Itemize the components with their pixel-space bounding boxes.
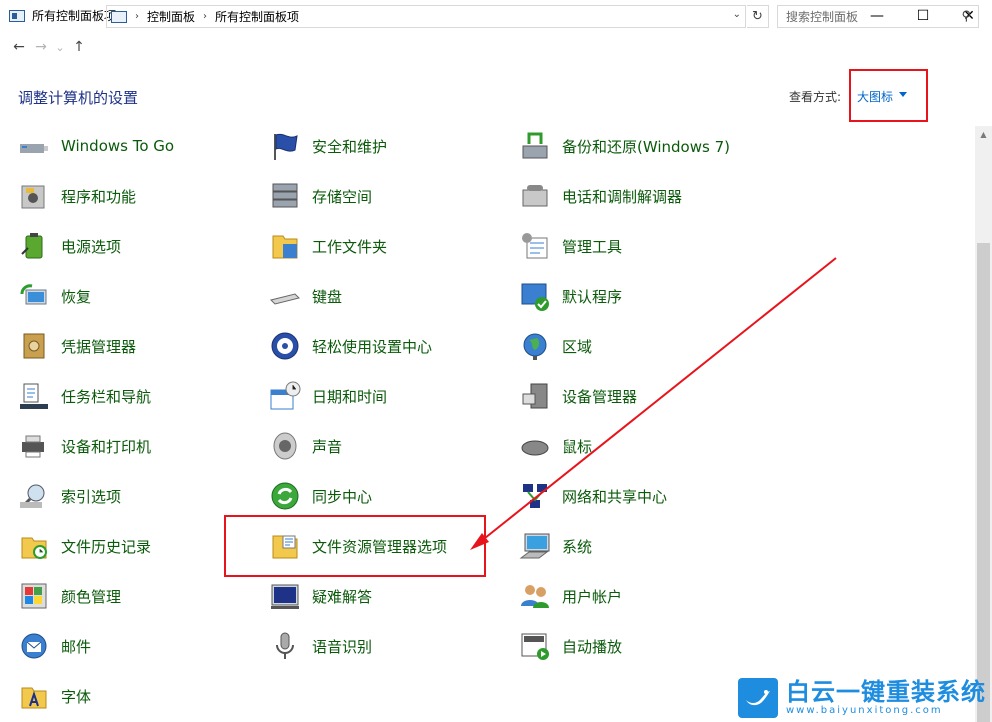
item-device-manager[interactable]: 设备管理器 [519, 378, 637, 414]
network-icon [519, 480, 551, 512]
ease-of-access-icon [269, 330, 301, 362]
page-heading: 调整计算机的设置 [18, 89, 139, 107]
item-credential-manager[interactable]: 凭据管理器 [18, 328, 136, 364]
file-history-icon [18, 530, 50, 562]
item-region[interactable]: 区域 [519, 328, 592, 364]
search-icon[interactable]: ⚲ [961, 9, 971, 24]
item-windows-to-go[interactable]: Windows To Go [18, 128, 174, 164]
item-mouse[interactable]: 鼠标 [519, 428, 592, 464]
color-icon [18, 580, 50, 612]
control-panel-icon [9, 9, 25, 22]
item-system[interactable]: 系统 [519, 528, 592, 564]
scroll-up-icon[interactable]: ▲ [975, 126, 992, 143]
troubleshoot-icon [269, 580, 301, 612]
default-programs-icon [519, 280, 551, 312]
item-ease-of-access[interactable]: 轻松使用设置中心 [269, 328, 432, 364]
breadcrumb-separator[interactable]: › [203, 11, 207, 22]
item-power[interactable]: 电源选项 [18, 228, 121, 264]
watermark-url: www.baiyunxitong.com [786, 705, 943, 716]
item-speech-recognition[interactable]: 语音识别 [269, 628, 372, 664]
autoplay-icon [519, 630, 551, 662]
search-box[interactable]: ⚲ [777, 5, 979, 28]
item-network-sharing[interactable]: 网络和共享中心 [519, 478, 667, 514]
keyboard-icon [269, 280, 301, 312]
item-color-management[interactable]: 颜色管理 [18, 578, 121, 614]
control-panel-icon [111, 10, 127, 23]
device-manager-icon [519, 380, 551, 412]
microphone-icon [269, 630, 301, 662]
printer-icon [18, 430, 50, 462]
item-sound[interactable]: 声音 [269, 428, 342, 464]
item-security-maintenance[interactable]: 安全和维护 [269, 128, 387, 164]
flag-icon [269, 130, 301, 162]
font-icon [18, 680, 50, 712]
mouse-icon [519, 430, 551, 462]
item-fonts[interactable]: 字体 [18, 678, 91, 714]
item-work-folders[interactable]: 工作文件夹 [269, 228, 387, 264]
item-user-accounts[interactable]: 用户帐户 [519, 578, 622, 614]
address-bar[interactable]: › 控制面板 › 所有控制面板项 ⌄ [106, 5, 746, 28]
storage-icon [269, 180, 301, 212]
breadcrumb-all-items[interactable]: 所有控制面板项 [215, 8, 299, 25]
work-folder-icon [269, 230, 301, 262]
item-file-history[interactable]: 文件历史记录 [18, 528, 151, 564]
sync-icon [269, 480, 301, 512]
annotation-box-view [849, 69, 928, 122]
item-indexing[interactable]: 索引选项 [18, 478, 121, 514]
item-mail[interactable]: 邮件 [18, 628, 91, 664]
item-autoplay[interactable]: 自动播放 [519, 628, 622, 664]
search-input[interactable] [778, 9, 948, 24]
navigation-bar: ← → ⌄ ↑ [0, 31, 992, 63]
items-grid: Windows To Go 程序和功能 电源选项 恢复 凭据管理器 任务栏和导航… [0, 126, 975, 722]
globe-icon [519, 330, 551, 362]
up-button[interactable]: ↑ [68, 35, 90, 59]
item-storage-spaces[interactable]: 存储空间 [269, 178, 372, 214]
item-programs[interactable]: 程序和功能 [18, 178, 136, 214]
item-backup-restore[interactable]: 备份和还原(Windows 7) [519, 128, 730, 164]
item-keyboard[interactable]: 键盘 [269, 278, 342, 314]
recovery-icon [18, 280, 50, 312]
vertical-scrollbar[interactable]: ▲ [975, 126, 992, 722]
item-taskbar[interactable]: 任务栏和导航 [18, 378, 151, 414]
vault-icon [18, 330, 50, 362]
item-sync-center[interactable]: 同步中心 [269, 478, 372, 514]
battery-icon [18, 230, 50, 262]
watermark-title: 白云一键重装系统 [786, 678, 986, 706]
usb-drive-icon [18, 130, 50, 162]
item-troubleshooting[interactable]: 疑难解答 [269, 578, 372, 614]
refresh-button[interactable]: ↻ [747, 5, 769, 28]
bird-logo-icon [738, 678, 778, 718]
mail-icon [18, 630, 50, 662]
item-default-programs[interactable]: 默认程序 [519, 278, 622, 314]
phone-icon [519, 180, 551, 212]
recent-locations-button[interactable]: ⌄ [52, 35, 68, 59]
item-recovery[interactable]: 恢复 [18, 278, 91, 314]
address-dropdown-button[interactable]: ⌄ [733, 9, 741, 20]
item-phone-modem[interactable]: 电话和调制解调器 [519, 178, 682, 214]
item-date-time[interactable]: 日期和时间 [269, 378, 387, 414]
item-devices-printers[interactable]: 设备和打印机 [18, 428, 151, 464]
forward-button[interactable]: → [30, 35, 52, 59]
taskbar-icon [18, 380, 50, 412]
breadcrumb-control-panel[interactable]: 控制面板 [147, 8, 195, 25]
annotation-box-folder-options [224, 515, 486, 577]
item-admin-tools[interactable]: 管理工具 [519, 228, 622, 264]
backup-icon [519, 130, 551, 162]
calendar-icon [269, 380, 301, 412]
programs-icon [18, 180, 50, 212]
scroll-thumb[interactable] [977, 243, 990, 722]
back-button[interactable]: ← [8, 35, 30, 59]
breadcrumb-separator[interactable]: › [135, 11, 139, 22]
view-by-label: 查看方式: [789, 90, 842, 104]
watermark: 白云一键重装系统 www.baiyunxitong.com [738, 676, 988, 720]
window-title: 所有控制面板项 [32, 9, 117, 23]
admin-tools-icon [519, 230, 551, 262]
speaker-icon [269, 430, 301, 462]
users-icon [519, 580, 551, 612]
computer-icon [519, 530, 551, 562]
index-icon [18, 480, 50, 512]
